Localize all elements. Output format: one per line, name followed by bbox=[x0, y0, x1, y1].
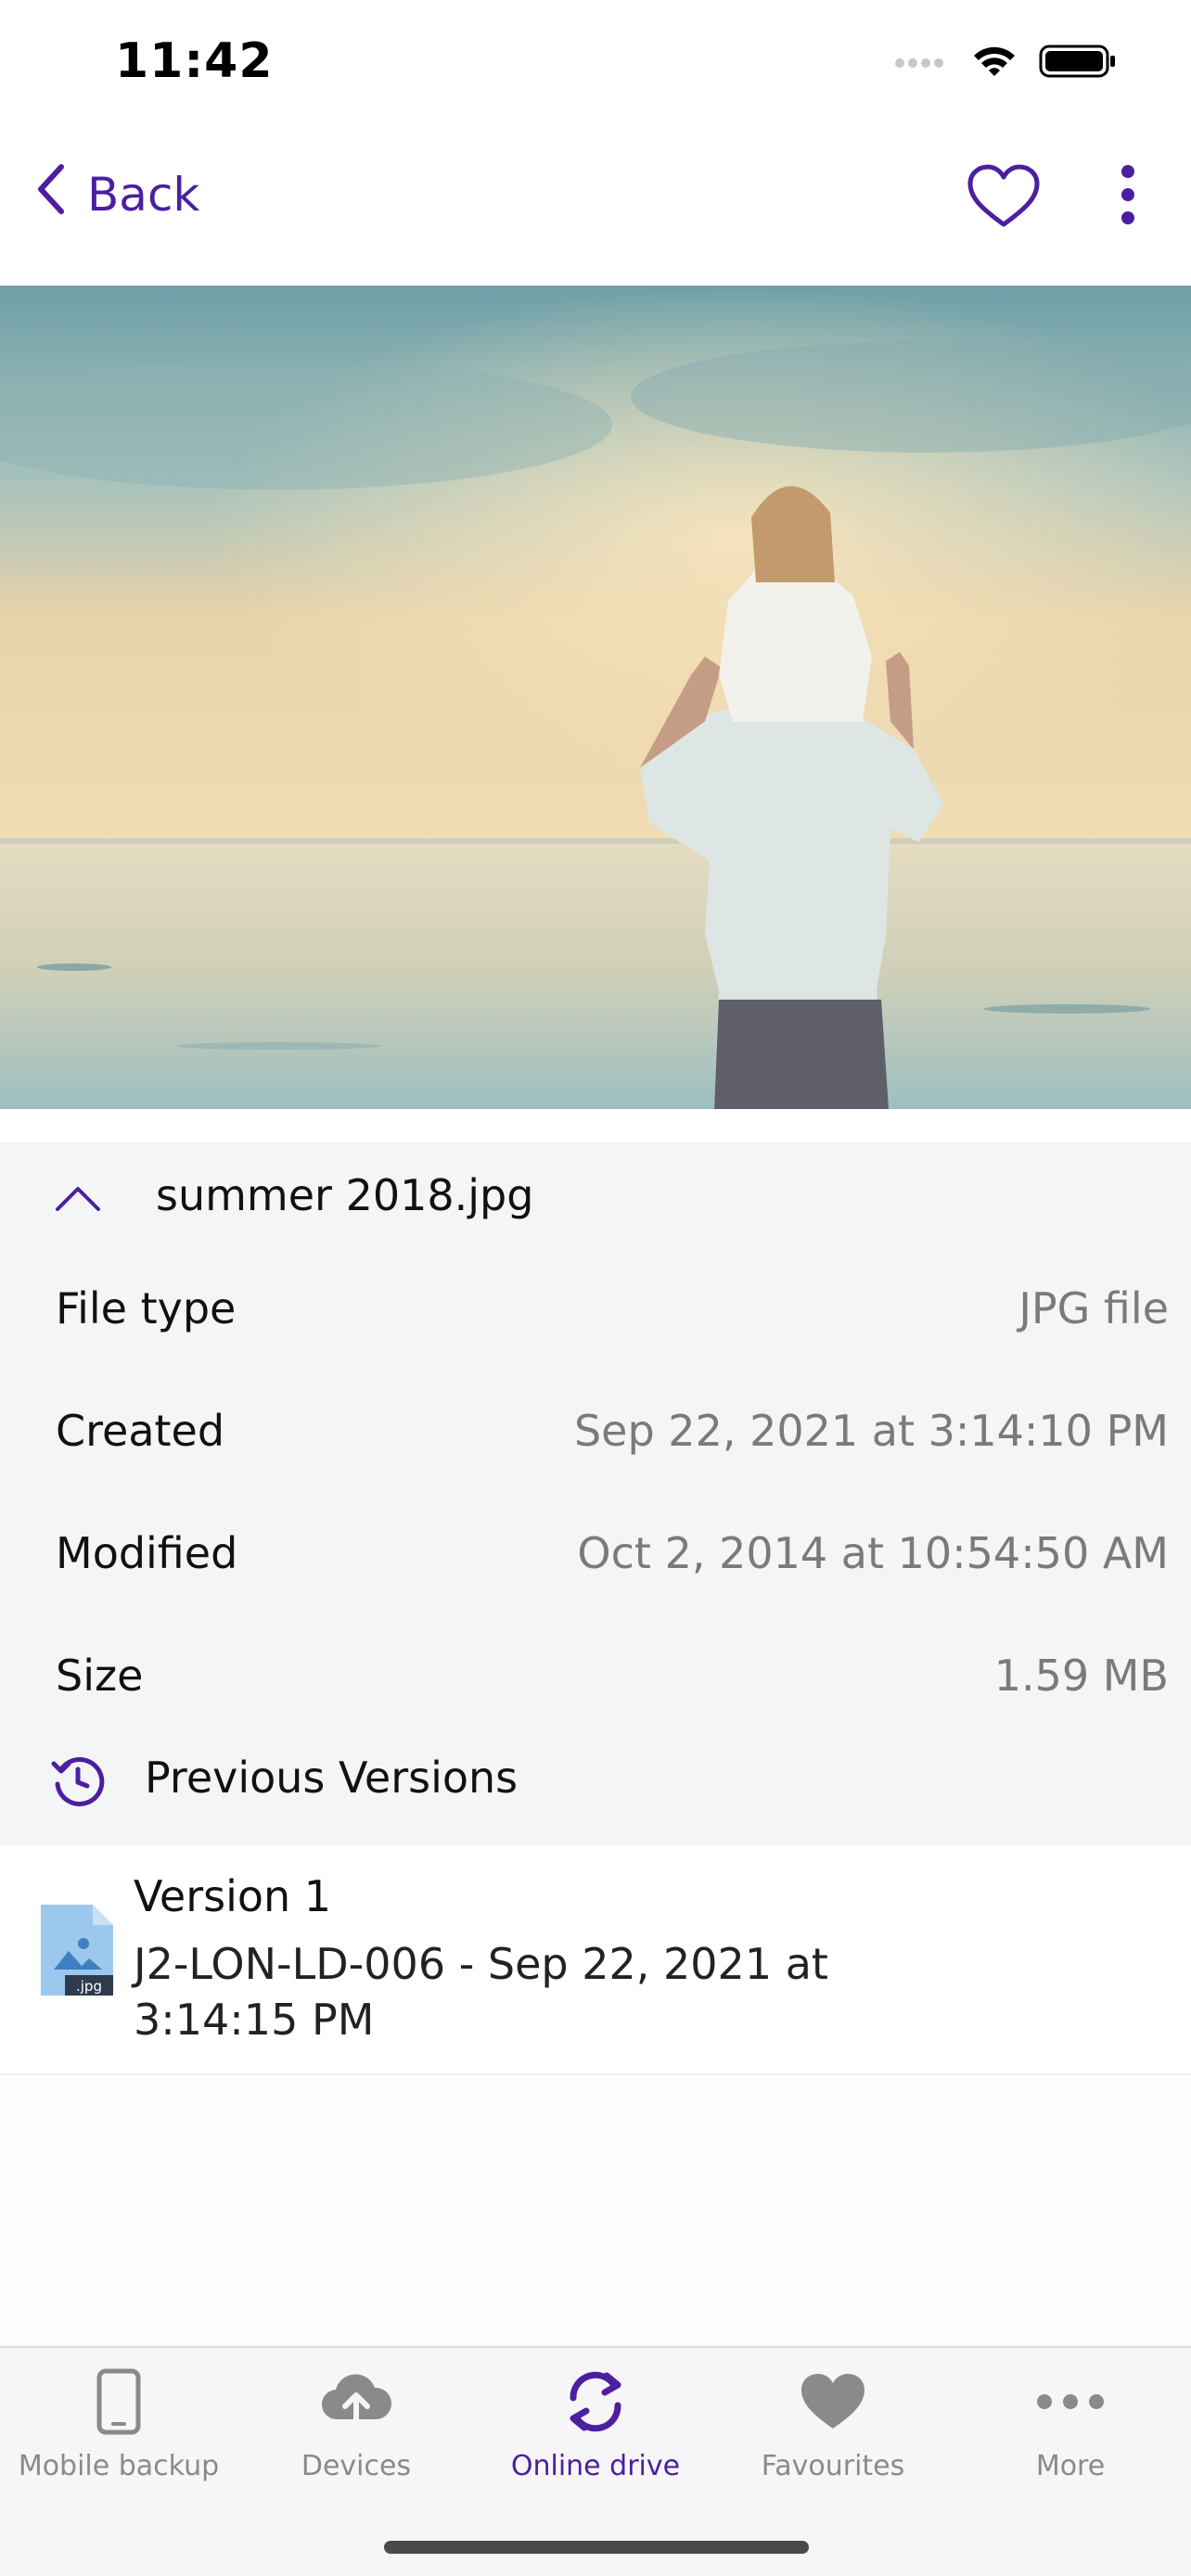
status-time: 11:42 bbox=[115, 33, 274, 89]
heart-outline-icon bbox=[965, 164, 1043, 239]
chevron-up-icon bbox=[52, 1181, 104, 1215]
file-details-toggle[interactable]: summer 2018.jpg bbox=[0, 1142, 1191, 1254]
battery-icon bbox=[1039, 43, 1117, 83]
cloud-upload-icon bbox=[319, 2365, 393, 2439]
jpg-badge-text: .jpg bbox=[76, 1978, 102, 1995]
tab-label: Mobile backup bbox=[18, 2450, 220, 2482]
detail-label: Size bbox=[56, 1651, 144, 1701]
history-icon bbox=[50, 1753, 106, 1808]
navigation-bar: Back bbox=[0, 130, 1191, 287]
detail-label: Created bbox=[56, 1406, 225, 1456]
file-name: summer 2018.jpg bbox=[156, 1170, 534, 1220]
detail-value: JPG file bbox=[1018, 1283, 1169, 1333]
tab-label: Online drive bbox=[510, 2450, 681, 2482]
photo-image bbox=[0, 286, 1191, 1109]
photo-preview[interactable] bbox=[0, 286, 1191, 1109]
tab-more[interactable]: More bbox=[952, 2348, 1189, 2496]
detail-row-file-type: File type JPG file bbox=[0, 1250, 1191, 1372]
status-icons bbox=[894, 43, 1117, 83]
more-horizontal-icon bbox=[1033, 2365, 1108, 2439]
phone-icon bbox=[82, 2365, 156, 2439]
detail-value: Sep 22, 2021 at 3:14:10 PM bbox=[573, 1406, 1169, 1456]
file-details-panel: summer 2018.jpg File type JPG file Creat… bbox=[0, 1142, 1191, 1845]
detail-label: Modified bbox=[56, 1528, 238, 1578]
previous-versions-label: Previous Versions bbox=[145, 1753, 519, 1803]
detail-row-size: Size 1.59 MB bbox=[0, 1617, 1191, 1740]
back-label: Back bbox=[87, 168, 200, 222]
detail-label: File type bbox=[56, 1283, 237, 1333]
detail-value: 1.59 MB bbox=[993, 1651, 1169, 1701]
signal-icon bbox=[894, 52, 950, 74]
empty-space bbox=[0, 2077, 1191, 2346]
version-list-item[interactable]: .jpg Version 1 J2-LON-LD-006 - Sep 22, 2… bbox=[0, 1845, 1191, 2075]
detail-row-modified: Modified Oct 2, 2014 at 10:54:50 AM bbox=[0, 1495, 1191, 1617]
tab-favourites[interactable]: Favourites bbox=[714, 2348, 952, 2496]
tab-mobile-backup[interactable]: Mobile backup bbox=[0, 2348, 237, 2496]
detail-value: Oct 2, 2014 at 10:54:50 AM bbox=[577, 1528, 1169, 1578]
tab-label: Devices bbox=[301, 2450, 412, 2482]
previous-versions-header[interactable]: Previous Versions bbox=[0, 1725, 1191, 1845]
more-options-button[interactable] bbox=[1109, 158, 1146, 236]
tab-online-drive[interactable]: Online drive bbox=[477, 2348, 714, 2496]
status-bar: 11:42 bbox=[0, 0, 1191, 130]
home-indicator[interactable] bbox=[384, 2541, 809, 2554]
detail-row-created: Created Sep 22, 2021 at 3:14:10 PM bbox=[0, 1372, 1191, 1495]
wifi-icon bbox=[970, 43, 1018, 83]
tab-devices[interactable]: Devices bbox=[237, 2348, 475, 2496]
favourite-button[interactable] bbox=[965, 158, 1043, 236]
heart-icon bbox=[796, 2365, 870, 2439]
tab-label: Favourites bbox=[761, 2450, 905, 2482]
version-subtitle: J2-LON-LD-006 - Sep 22, 2021 at 3:14:15 … bbox=[134, 1939, 828, 2045]
version-title: Version 1 bbox=[134, 1871, 332, 1921]
more-vertical-icon bbox=[1119, 162, 1137, 231]
jpg-file-icon: .jpg bbox=[41, 1905, 113, 1996]
tab-label: More bbox=[1035, 2450, 1106, 2482]
back-button[interactable]: Back bbox=[33, 158, 199, 232]
chevron-left-icon bbox=[33, 161, 67, 228]
sync-icon bbox=[558, 2365, 633, 2439]
